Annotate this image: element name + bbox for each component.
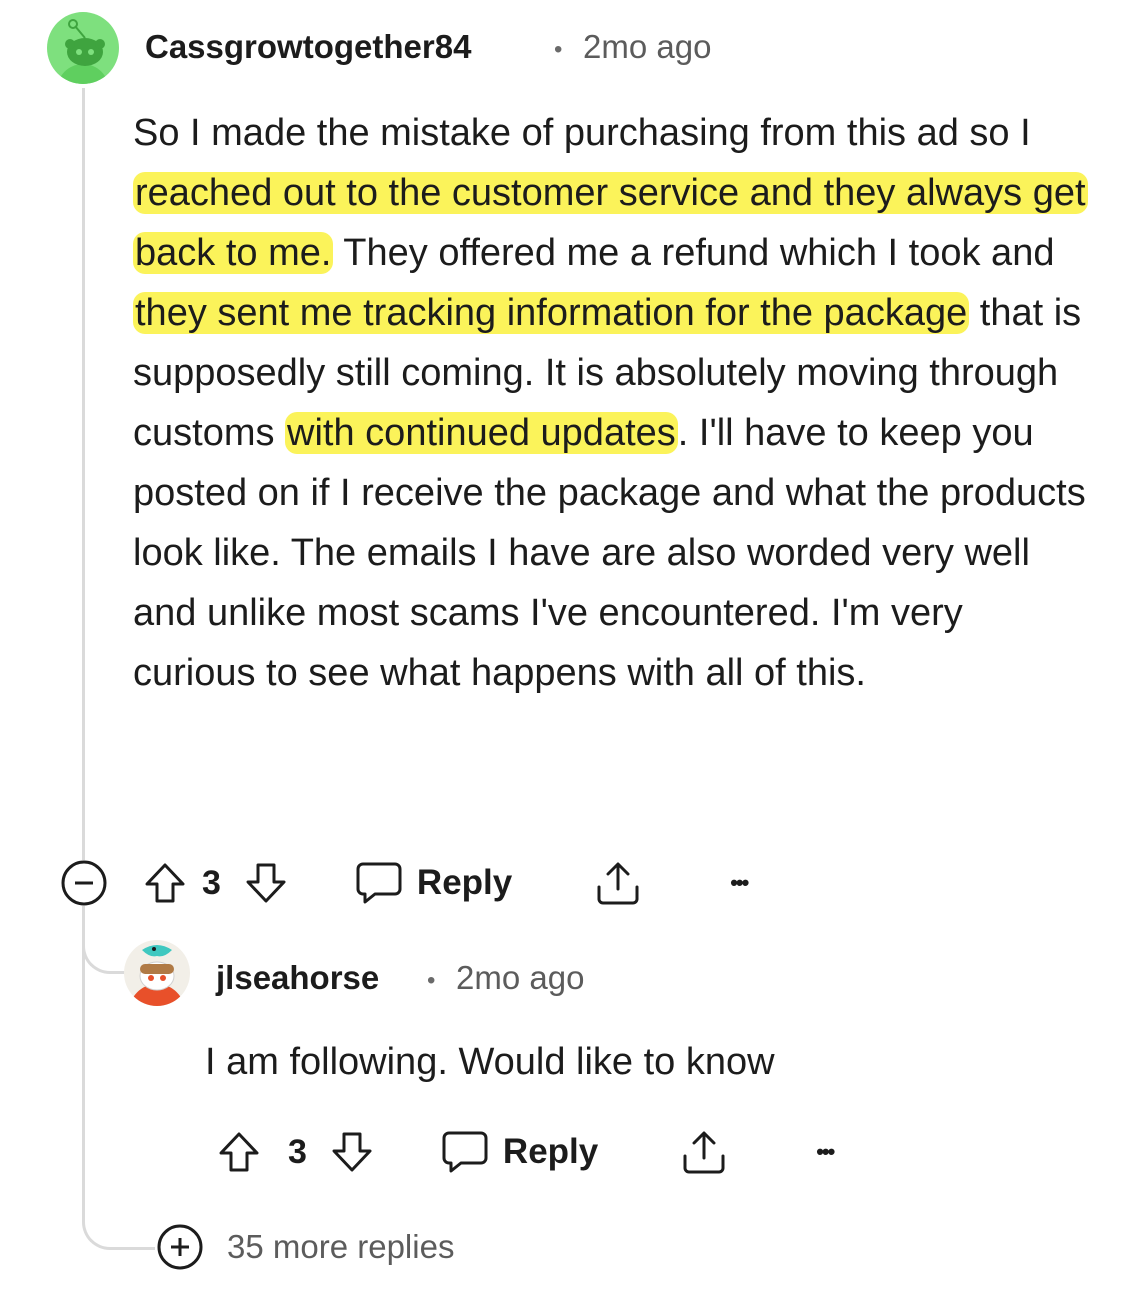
vote-count: 3	[202, 863, 221, 902]
more-options-icon[interactable]: •••	[730, 870, 749, 896]
downvote-icon[interactable]	[329, 1129, 375, 1175]
reply-body: I am following. Would like to know	[205, 1041, 775, 1083]
highlighted-text: with continued updates	[285, 412, 678, 454]
body-text-segment: So I made the mistake of purchasing from…	[133, 112, 1031, 154]
reply-label: Reply	[416, 863, 513, 902]
body-text-segment: They offered me a refund which I took an…	[333, 232, 1055, 274]
reply-label: Reply	[502, 1132, 599, 1171]
seahorse-avatar-icon	[129, 945, 185, 1006]
chat-bubble-icon	[355, 861, 403, 905]
reply-author[interactable]: jlseahorse	[216, 959, 379, 997]
reply-button[interactable]: Reply	[441, 1130, 598, 1174]
downvote-icon[interactable]	[243, 860, 289, 906]
separator-dot: •	[427, 967, 436, 994]
share-icon[interactable]	[594, 859, 642, 907]
snoo-icon	[57, 19, 109, 84]
comment-author[interactable]: Cassgrowtogether84	[145, 28, 471, 66]
collapse-thread-icon[interactable]	[58, 857, 110, 909]
reply-action-bar: 3 Reply •••	[216, 1126, 835, 1178]
comment-timestamp: 2mo ago	[583, 28, 712, 65]
more-replies-label: 35 more replies	[227, 1228, 455, 1265]
share-icon[interactable]	[680, 1128, 728, 1176]
comment-action-bar: 3 Reply •••	[58, 857, 749, 909]
more-replies-button[interactable]: 35 more replies	[155, 1222, 454, 1272]
comment-body: So I made the mistake of purchasing from…	[133, 103, 1093, 703]
reply-timestamp: 2mo ago	[456, 959, 585, 996]
upvote-icon[interactable]	[216, 1129, 262, 1175]
chat-bubble-icon	[441, 1130, 489, 1174]
separator-dot: •	[554, 36, 563, 63]
user-avatar[interactable]	[47, 12, 119, 84]
reply-button[interactable]: Reply	[355, 861, 512, 905]
thread-connector-more	[82, 1180, 155, 1250]
more-options-icon[interactable]: •••	[816, 1139, 835, 1165]
vote-count: 3	[288, 1132, 307, 1171]
highlighted-text: they sent me tracking information for th…	[133, 292, 970, 334]
body-text-segment: . I'll have to keep you posted on if I r…	[133, 412, 1086, 694]
thread-line-main	[82, 88, 85, 860]
upvote-icon[interactable]	[142, 860, 188, 906]
reply-avatar[interactable]	[124, 940, 190, 1006]
expand-plus-icon	[155, 1222, 205, 1272]
